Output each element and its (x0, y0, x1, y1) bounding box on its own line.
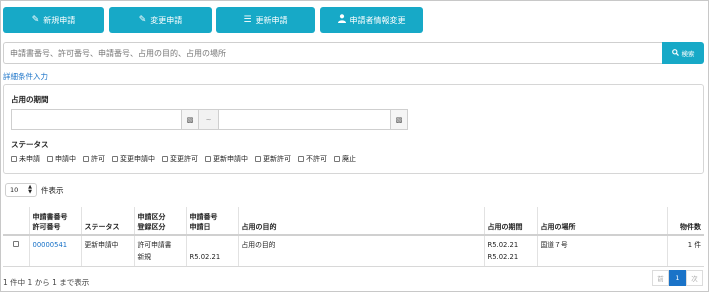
next-page-button[interactable]: 次 (686, 270, 703, 286)
table-row: 00000541 更新申請中 許可申請書 新規 R5.02.21 占用の目的 R5… (3, 235, 704, 267)
search-button-label: 検索 (681, 50, 695, 58)
apply-date-column-header[interactable]: 申請番号 申請日 (185, 207, 238, 236)
checkbox[interactable] (205, 156, 211, 162)
checkbox[interactable] (112, 156, 118, 162)
count-column-header[interactable]: 物件数 (666, 207, 704, 236)
period-to-input[interactable] (218, 109, 391, 130)
renewal-application-label: 更新申請 (255, 15, 288, 25)
calendar-icon[interactable]: ▧ (181, 109, 199, 130)
count-cell: 1 件 (666, 235, 704, 267)
status-option-label: 申請中 (55, 155, 76, 163)
new-application-label: 新規申請 (43, 15, 76, 25)
number-cell: 00000541 (28, 235, 81, 267)
table-header-row: 申請書番号 許可番号 ステータス 申請区分 登録区分 申請番号 申請日 占用の目的 占… (3, 207, 704, 236)
search-button[interactable]: 検索 (662, 42, 704, 64)
period-label: 占用の期間 (11, 95, 49, 104)
status-option-label: 更新申請中 (213, 155, 248, 163)
results-table: 申請書番号 許可番号 ステータス 申請区分 登録区分 申請番号 申請日 占用の目的 占… (3, 207, 704, 267)
prev-page-button[interactable]: 前 (652, 270, 669, 286)
checkbox[interactable] (334, 156, 340, 162)
status-checkbox-change-permitted[interactable]: 変更許可 (162, 154, 198, 164)
filter-panel: 占用の期間 ▧ ~ ▧ ステータス 未申請 申請中 許可 変更申請中 変更許可 … (3, 84, 704, 174)
calendar-icon[interactable]: ▧ (390, 109, 408, 130)
updown-icon: ▲ ▼ (28, 184, 32, 195)
status-column-header[interactable]: ステータス (80, 207, 134, 236)
page-size-value: 10 (10, 186, 19, 194)
place-cell: 国道７号 (536, 235, 667, 267)
purpose-cell: 占用の目的 (237, 235, 484, 267)
pagination: 前 1 次 (652, 270, 703, 286)
status-checkbox-rejected[interactable]: 不許可 (298, 154, 327, 164)
search-icon (671, 48, 679, 58)
change-application-button[interactable]: ✎ 変更申請 (109, 7, 212, 33)
status-option-label: 未申請 (19, 155, 40, 163)
row-checkbox[interactable] (12, 241, 19, 247)
class-column-header[interactable]: 申請区分 登録区分 (133, 207, 186, 236)
period-cell: R5.02.21 R5.02.21 (483, 235, 537, 267)
renewal-application-button[interactable]: ☰ 更新申請 (216, 7, 315, 33)
status-checkbox-abolished[interactable]: 廃止 (334, 154, 356, 164)
change-application-label: 変更申請 (150, 15, 183, 25)
status-option-label: 許可 (91, 155, 105, 163)
status-checkbox-change-applying[interactable]: 変更申請中 (112, 154, 155, 164)
status-checkbox-applying[interactable]: 申請中 (47, 154, 76, 164)
applicant-info-change-label: 申請者情報変更 (349, 15, 406, 25)
status-checkbox-unapplied[interactable]: 未申請 (11, 154, 40, 164)
list-icon: ☰ (243, 14, 252, 25)
status-checkbox-renewal-applying[interactable]: 更新申請中 (205, 154, 248, 164)
checkbox[interactable] (83, 156, 89, 162)
checkbox[interactable] (47, 156, 53, 162)
page-size-select[interactable]: 10 ▲ ▼ (5, 183, 37, 197)
status-option-label: 不許可 (306, 155, 327, 163)
applicant-info-change-button[interactable]: 申請者情報変更 (320, 7, 423, 33)
page-1-button[interactable]: 1 (669, 270, 686, 286)
apply-date-cell: R5.02.21 (185, 235, 238, 267)
period-tilde: ~ (199, 109, 218, 130)
class-cell: 許可申請書 新規 (133, 235, 186, 267)
advanced-search-link[interactable]: 詳細条件入力 (3, 71, 48, 82)
new-application-button[interactable]: ✎ 新規申請 (3, 7, 104, 33)
status-option-label: 変更申請中 (120, 155, 155, 163)
edit-icon: ✎ (138, 14, 147, 25)
search-placeholder: 申請書番号、許可番号、申請番号、占用の目的、占用の場所 (10, 48, 226, 58)
page-size-suffix: 件表示 (41, 186, 64, 195)
status-checkbox-renewal-permitted[interactable]: 更新許可 (255, 154, 291, 164)
search-input[interactable]: 申請書番号、許可番号、申請番号、占用の目的、占用の場所 (3, 42, 663, 64)
status-checkbox-permitted[interactable]: 許可 (83, 154, 105, 164)
pagination-info: 1 件中 1 から 1 まで表示 (3, 278, 90, 287)
application-number-link[interactable]: 00000541 (33, 241, 68, 249)
place-column-header[interactable]: 占用の場所 (536, 207, 667, 236)
status-cell: 更新申請中 (80, 235, 134, 267)
status-option-label: 変更許可 (170, 155, 198, 163)
period-from-input[interactable] (11, 109, 182, 130)
row-select-cell (3, 235, 29, 267)
select-column-header (3, 207, 29, 236)
purpose-column-header[interactable]: 占用の目的 (237, 207, 484, 236)
checkbox[interactable] (298, 156, 304, 162)
status-option-label: 廃止 (342, 155, 356, 163)
checkbox[interactable] (162, 156, 168, 162)
number-column-header[interactable]: 申請書番号 許可番号 (28, 207, 81, 236)
status-option-label: 更新許可 (263, 155, 291, 163)
status-checkbox-group: 未申請 申請中 許可 変更申請中 変更許可 更新申請中 更新許可 不許可 廃止 (11, 154, 356, 164)
edit-icon: ✎ (31, 14, 40, 25)
checkbox[interactable] (11, 156, 17, 162)
period-column-header[interactable]: 占用の期間 (483, 207, 537, 236)
user-icon (337, 14, 346, 26)
status-label: ステータス (11, 140, 49, 149)
checkbox[interactable] (255, 156, 261, 162)
